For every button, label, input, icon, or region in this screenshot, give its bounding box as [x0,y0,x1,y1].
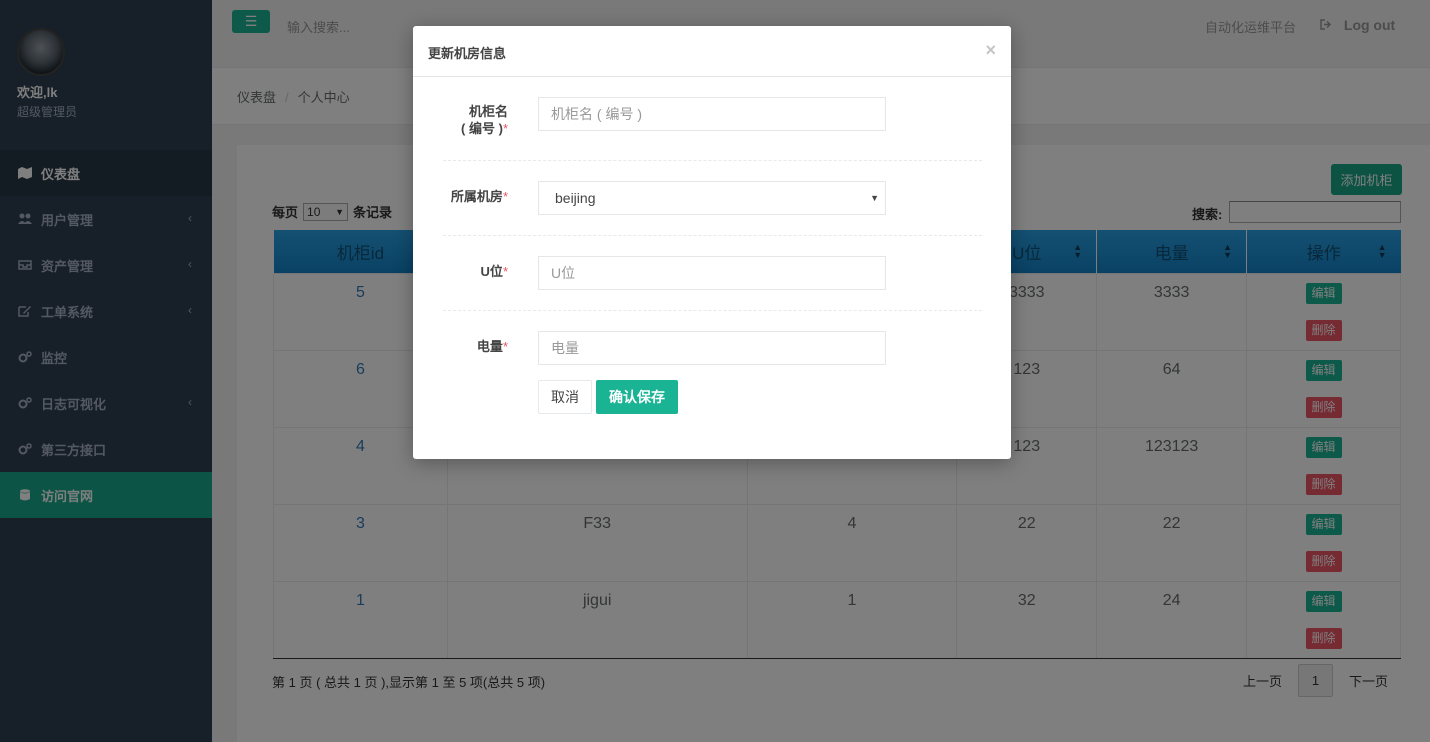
cabinet-name-row: 机柜名 ( 编号 )* 机柜名 ( 编号 ) [443,97,982,137]
modal-title: 更新机房信息 [428,46,507,61]
u-position-label-text: U位 [480,264,503,279]
form-divider [443,235,982,236]
cabinet-name-label: 机柜名 ( 编号 )* [443,103,508,137]
modal-header: 更新机房信息 × [413,26,1011,77]
room-row: 所属机房* beijing [443,181,982,215]
cabinet-name-label-line2: ( 编号 ) [461,121,503,136]
u-position-row: U位* U位 [443,256,982,290]
u-position-input[interactable]: U位 [538,256,886,290]
update-room-modal: 更新机房信息 × 机柜名 ( 编号 )* 机柜名 ( 编号 ) 所属机房* be… [413,26,1011,459]
required-mark: * [502,264,508,279]
close-icon[interactable]: × [985,40,996,61]
power-label: 电量* [443,338,508,355]
confirm-save-button[interactable]: 确认保存 [596,380,678,414]
power-input[interactable]: 电量 [538,331,886,365]
required-mark: * [502,339,508,354]
u-position-label: U位* [443,263,508,280]
cabinet-name-label-line1: 机柜名 [468,104,508,119]
room-label: 所属机房* [443,188,508,205]
cancel-button[interactable]: 取消 [538,380,592,414]
power-row: 电量* 电量 [443,331,982,365]
form-divider [443,310,982,311]
cabinet-name-input[interactable]: 机柜名 ( 编号 ) [538,97,886,131]
required-mark: * [502,189,508,204]
power-label-text: 电量 [476,339,503,354]
required-mark: * [502,121,508,136]
room-select[interactable]: beijing [538,181,886,215]
form-divider [443,160,982,161]
room-label-text: 所属机房 [450,189,503,204]
